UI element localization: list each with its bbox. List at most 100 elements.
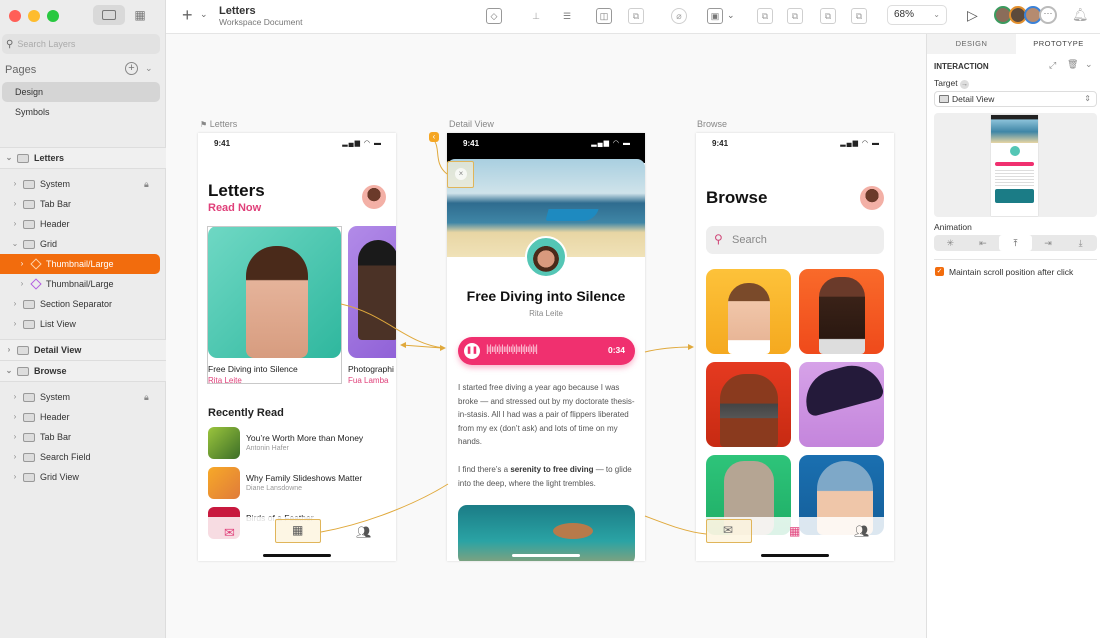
close-hotspot[interactable]: × bbox=[447, 161, 474, 188]
mask-icon[interactable]: ⌀ bbox=[671, 8, 687, 24]
chevron-right-icon[interactable]: › bbox=[4, 340, 14, 360]
group-icon[interactable]: ◫ bbox=[596, 8, 612, 24]
animation-slide-up-icon[interactable]: ⤒ bbox=[999, 235, 1032, 251]
waveform[interactable]: |ı|ıı|ı|ı|ıı|ıı|ı|ıı|ı|ıı|ı|ı| bbox=[486, 344, 538, 355]
chevron-down-icon[interactable]: ⌄ bbox=[145, 63, 153, 74]
chevron-down-icon[interactable]: ⌄ bbox=[10, 234, 20, 254]
layer-row[interactable]: › Tab Bar bbox=[0, 194, 160, 214]
browse-grid-item[interactable] bbox=[799, 269, 884, 354]
chevron-down-icon[interactable]: ⌄ bbox=[4, 361, 14, 381]
minimize-window-button[interactable] bbox=[28, 10, 40, 22]
grid-view-button[interactable]: ▦ bbox=[124, 5, 156, 25]
search-field[interactable]: ⚲ Search bbox=[706, 226, 884, 254]
chevron-right-icon[interactable]: › bbox=[10, 387, 20, 407]
audio-player[interactable]: ❚❚ |ı|ıı|ı|ı|ıı|ıı|ı|ıı|ı|ıı|ı|ı| 0:34 bbox=[458, 337, 635, 365]
layer-row-selected[interactable]: › Thumbnail/Large bbox=[0, 254, 160, 274]
back-link-marker[interactable]: ‹ bbox=[429, 132, 439, 142]
artboard-row-letters[interactable]: ⌄ Letters bbox=[0, 147, 166, 169]
chevron-right-icon[interactable]: › bbox=[10, 214, 20, 234]
artboard-label-letters[interactable]: ⚑ Letters bbox=[200, 119, 237, 129]
layer-row[interactable]: › Section Separator bbox=[0, 294, 160, 314]
layer-row[interactable]: › System 🔒︎ bbox=[0, 387, 160, 407]
list-item[interactable]: Why Family Slideshows Matter Diane Lansd… bbox=[208, 467, 388, 501]
tab-prototype[interactable]: PROTOTYPE bbox=[1016, 34, 1100, 54]
tab-letters-hotspot[interactable]: ✉ bbox=[706, 519, 752, 543]
subtract-icon[interactable]: ⧉ bbox=[787, 8, 803, 24]
page-item-design[interactable]: Design bbox=[2, 82, 160, 102]
play-preview-icon[interactable]: ▷ bbox=[967, 7, 978, 24]
artboard-label-browse[interactable]: Browse bbox=[697, 119, 727, 129]
trash-icon[interactable]: 🗑︎ bbox=[1067, 59, 1078, 70]
zoom-select[interactable]: 68% ⌄ bbox=[887, 5, 947, 25]
artboard-detail-view[interactable]: 9:41 ▂▄▆ ◠ ▬ × Free Diving into Silence … bbox=[447, 133, 645, 561]
profile-avatar[interactable] bbox=[362, 185, 386, 209]
tab-people-icon[interactable]: 👥︎ bbox=[356, 525, 371, 539]
layer-row[interactable]: › Thumbnail/Large bbox=[0, 274, 160, 294]
link-icon[interactable]: ⤢ bbox=[1049, 60, 1056, 71]
chevron-down-icon[interactable]: ⌄ bbox=[4, 148, 14, 168]
canvas[interactable]: ⚑ Letters 9:41 ▂▄▆ ◠ ▬ Letters Read Now … bbox=[166, 34, 926, 638]
tab-letters-icon[interactable]: ✉ bbox=[224, 525, 235, 541]
artboard-label-detail-view[interactable]: Detail View bbox=[449, 119, 494, 129]
intersect-icon[interactable]: ⧉ bbox=[820, 8, 836, 24]
maintain-scroll-checkbox[interactable]: ✓ bbox=[935, 267, 944, 276]
page-item-symbols[interactable]: Symbols bbox=[2, 102, 160, 122]
resize-icon[interactable]: ▣ bbox=[707, 8, 723, 24]
ungroup-icon[interactable]: ⧉ bbox=[628, 8, 644, 24]
artboard-row-detail-view[interactable]: › Detail View bbox=[0, 339, 166, 361]
chevron-down-icon[interactable]: ⌄ bbox=[1085, 59, 1093, 70]
arrow-right-icon[interactable]: → bbox=[960, 80, 969, 89]
list-item[interactable]: You’re Worth More than Money Antonin Haf… bbox=[208, 427, 388, 461]
align-bottom-icon[interactable]: ⊥ bbox=[528, 8, 544, 24]
chevron-right-icon[interactable]: › bbox=[10, 407, 20, 427]
grid-tab-icon[interactable]: ▦ bbox=[789, 524, 800, 538]
artboard-browse[interactable]: 9:41 ▂▄▆ ◠ ▬ Browse ⚲ Search ✉ ▦ 👥︎ bbox=[696, 133, 894, 561]
insert-plus-icon[interactable]: + bbox=[182, 5, 193, 26]
animation-none-icon[interactable]: ✳ bbox=[934, 235, 967, 251]
read-now-link[interactable]: Read Now bbox=[208, 202, 261, 214]
lock-icon[interactable]: 🔒︎ bbox=[144, 174, 149, 194]
sidebar-toggle-button[interactable] bbox=[93, 5, 125, 25]
chevron-right-icon[interactable]: › bbox=[17, 254, 27, 274]
difference-icon[interactable]: ⧉ bbox=[851, 8, 867, 24]
chevron-right-icon[interactable]: › bbox=[10, 194, 20, 214]
maximize-window-button[interactable] bbox=[47, 10, 59, 22]
create-symbol-icon[interactable]: ◇ bbox=[486, 8, 502, 24]
artboard-row-browse[interactable]: ⌄ Browse bbox=[0, 360, 166, 382]
chevron-right-icon[interactable]: › bbox=[10, 467, 20, 487]
close-window-button[interactable] bbox=[9, 10, 21, 22]
distribute-icon[interactable]: ☰ bbox=[559, 8, 575, 24]
animation-slide-down-icon[interactable]: ⤓ bbox=[1064, 235, 1097, 251]
layer-row[interactable]: › Grid View bbox=[0, 467, 160, 487]
tab-design[interactable]: DESIGN bbox=[927, 34, 1016, 54]
layer-row[interactable]: ⌄ Grid bbox=[0, 234, 160, 254]
add-page-icon[interactable]: + bbox=[125, 62, 138, 75]
target-select[interactable]: Detail View ⇕ bbox=[934, 91, 1097, 107]
chevron-right-icon[interactable]: › bbox=[10, 314, 20, 334]
profile-avatar[interactable] bbox=[860, 186, 884, 210]
search-layers-input[interactable]: ⚲ Search Layers bbox=[2, 34, 160, 54]
artboard-letters[interactable]: 9:41 ▂▄▆ ◠ ▬ Letters Read Now Free Divin… bbox=[198, 133, 396, 561]
chevron-down-icon[interactable]: ⌄ bbox=[727, 10, 735, 21]
layer-row[interactable]: › Tab Bar bbox=[0, 427, 160, 447]
layer-row[interactable]: › Header bbox=[0, 407, 160, 427]
layer-row[interactable]: › List View bbox=[0, 314, 160, 334]
chevron-right-icon[interactable]: › bbox=[10, 447, 20, 467]
chevron-right-icon[interactable]: › bbox=[17, 274, 27, 294]
layer-row[interactable]: › Search Field bbox=[0, 447, 160, 467]
chevron-right-icon[interactable]: › bbox=[10, 427, 20, 447]
more-collaborators-icon[interactable]: ··· bbox=[1039, 6, 1057, 24]
chevron-right-icon[interactable]: › bbox=[10, 294, 20, 314]
animation-slide-right-icon[interactable]: ⇥ bbox=[1032, 235, 1065, 251]
chevron-down-icon[interactable]: ⌄ bbox=[200, 9, 208, 20]
tab-people-icon[interactable]: 👥︎ bbox=[854, 524, 869, 538]
tab-browse-hotspot[interactable]: ▦ bbox=[275, 519, 321, 543]
layer-row[interactable]: › Header bbox=[0, 214, 160, 234]
pause-icon[interactable]: ❚❚ bbox=[464, 343, 480, 359]
chevron-right-icon[interactable]: › bbox=[10, 174, 20, 194]
animation-slide-left-icon[interactable]: ⇤ bbox=[967, 235, 1000, 251]
union-icon[interactable]: ⧉ bbox=[757, 8, 773, 24]
browse-grid-item[interactable] bbox=[799, 358, 885, 447]
browse-grid-item[interactable] bbox=[706, 362, 791, 447]
thumbnail-photography[interactable] bbox=[348, 226, 396, 358]
